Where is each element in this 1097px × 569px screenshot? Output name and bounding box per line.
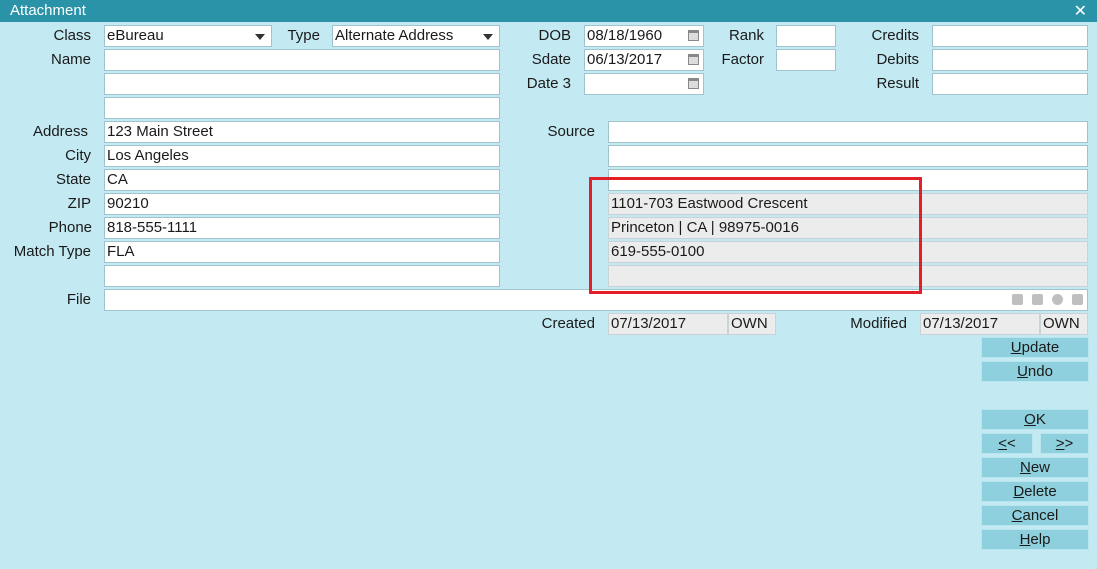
update-button[interactable]: Update — [981, 337, 1089, 358]
alt-address-line-1: 1101-703 Eastwood Crescent — [608, 193, 1088, 215]
calendar-icon[interactable] — [688, 78, 699, 89]
clear-icon[interactable] — [1052, 294, 1063, 305]
name-input-3[interactable] — [104, 97, 500, 119]
zip-input[interactable]: 90210 — [104, 193, 500, 215]
alt-address-line-2: Princeton | CA | 98975-0016 — [608, 217, 1088, 239]
match-type-label: Match Type — [13, 243, 91, 260]
source-input-2[interactable] — [608, 145, 1088, 167]
delete-button[interactable]: Delete — [981, 481, 1089, 502]
name-input-2[interactable] — [104, 73, 500, 95]
extra-input[interactable] — [104, 265, 500, 287]
factor-label: Factor — [721, 51, 764, 68]
result-input[interactable] — [932, 73, 1088, 95]
phone-input[interactable]: 818-555-1111 — [104, 217, 500, 239]
file-icons — [1012, 294, 1083, 308]
modified-label: Modified — [850, 315, 907, 332]
sdate-input[interactable]: 06/13/2017 — [584, 49, 704, 71]
name-input[interactable] — [104, 49, 500, 71]
undo-button[interactable]: Undo — [981, 361, 1089, 382]
phone-label: Phone — [48, 219, 92, 236]
search-icon[interactable] — [1072, 294, 1083, 305]
sdate-value: 06/13/2017 — [587, 51, 663, 68]
sdate-label: Sdate — [531, 51, 571, 68]
created-date: 07/13/2017 — [608, 313, 728, 335]
modified-date: 07/13/2017 — [920, 313, 1040, 335]
factor-input[interactable] — [776, 49, 836, 71]
modified-by: OWN — [1040, 313, 1088, 335]
address-input[interactable]: 123 Main Street — [104, 121, 500, 143]
result-label: Result — [876, 75, 919, 92]
ok-button[interactable]: OK — [981, 409, 1089, 430]
name-label: Name — [50, 51, 91, 68]
type-label: Type — [287, 27, 320, 44]
debits-label: Debits — [876, 51, 919, 68]
created-by: OWN — [728, 313, 776, 335]
window-title: Attachment — [10, 2, 86, 19]
alt-address-line-4 — [608, 265, 1088, 287]
calendar-icon[interactable] — [688, 54, 699, 65]
source-input[interactable] — [608, 121, 1088, 143]
folder-icon[interactable] — [1012, 294, 1023, 305]
previous-button[interactable]: << — [981, 433, 1033, 454]
class-select[interactable]: eBureau — [104, 25, 272, 47]
debits-input[interactable] — [932, 49, 1088, 71]
state-label: State — [55, 171, 91, 188]
calendar-icon[interactable] — [688, 30, 699, 41]
match-type-input[interactable]: FLA — [104, 241, 500, 263]
close-icon[interactable]: ✕ — [1074, 1, 1087, 21]
dob-label: DOB — [538, 27, 571, 44]
file-label: File — [66, 291, 91, 308]
credits-input[interactable] — [932, 25, 1088, 47]
rank-input[interactable] — [776, 25, 836, 47]
new-button[interactable]: New — [981, 457, 1089, 478]
state-input[interactable]: CA — [104, 169, 500, 191]
created-label: Created — [541, 315, 595, 332]
address-label: Address — [32, 123, 88, 140]
print-icon[interactable] — [1032, 294, 1043, 305]
date3-label: Date 3 — [526, 75, 571, 92]
source-label: Source — [547, 123, 595, 140]
dob-input[interactable]: 08/18/1960 — [584, 25, 704, 47]
zip-label: ZIP — [67, 195, 91, 212]
next-button[interactable]: >> — [1040, 433, 1089, 454]
city-input[interactable]: Los Angeles — [104, 145, 500, 167]
type-select[interactable]: Alternate Address — [332, 25, 500, 47]
city-label: City — [65, 147, 91, 164]
credits-label: Credits — [871, 27, 919, 44]
date3-input[interactable] — [584, 73, 704, 95]
class-label: Class — [53, 27, 91, 44]
cancel-button[interactable]: Cancel — [981, 505, 1089, 526]
file-input[interactable] — [104, 289, 1088, 311]
help-button[interactable]: Help — [981, 529, 1089, 550]
rank-label: Rank — [728, 27, 764, 44]
title-bar: Attachment ✕ — [0, 0, 1097, 22]
dob-value: 08/18/1960 — [587, 27, 663, 44]
alt-address-line-3: 619-555-0100 — [608, 241, 1088, 263]
source-input-3[interactable] — [608, 169, 1088, 191]
